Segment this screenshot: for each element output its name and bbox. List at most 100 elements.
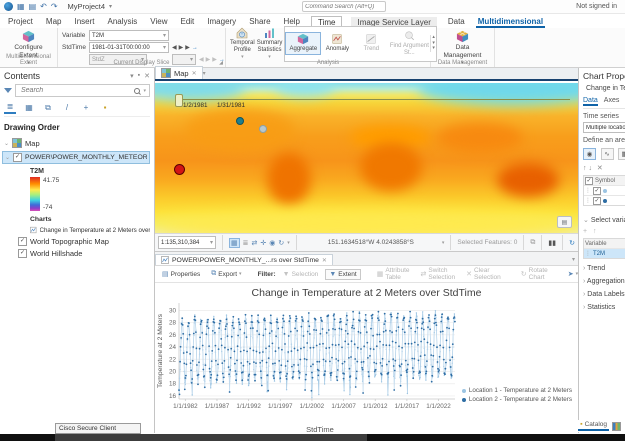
tree-item-map[interactable]: Map: [25, 139, 40, 148]
variable-row-t2m[interactable]: ⋮ T2M: [584, 248, 625, 258]
symbol-header-checkbox[interactable]: ✓: [585, 177, 593, 185]
rotate-icon[interactable]: ↻: [278, 239, 284, 247]
undo-icon[interactable]: ↶: [40, 2, 47, 11]
windows-taskbar-segment[interactable]: [55, 434, 367, 441]
advance-icon[interactable]: →: [192, 45, 198, 51]
scale-combobox[interactable]: 1:135,310,384▾: [158, 236, 216, 249]
chart-filter-selection-button[interactable]: ▼Selection: [279, 269, 323, 280]
select-variables-expand-icon[interactable]: ⌄: [583, 217, 589, 224]
tree-item-topo[interactable]: World Topographic Map: [30, 237, 109, 246]
chart-export-button[interactable]: ⧉Export▾: [207, 268, 245, 280]
catalog-tab[interactable]: ▪ Catalog: [578, 421, 609, 431]
list-by-data-source-icon[interactable]: ▦: [23, 102, 35, 113]
list-by-editing-icon[interactable]: /: [61, 102, 73, 113]
selected-point-marker[interactable]: [174, 164, 185, 175]
save-project-icon[interactable]: ▤: [29, 2, 37, 11]
summary-statistics-button[interactable]: Summary Statistics▾: [257, 27, 283, 60]
location-2-marker[interactable]: [236, 117, 244, 125]
snap-toggle-icon[interactable]: ▦: [229, 238, 240, 248]
layers-status-icon[interactable]: ≣: [243, 239, 249, 247]
symbol-row-1[interactable]: ⋮ ✓: [584, 185, 625, 195]
status-chevron-icon[interactable]: ▾: [287, 240, 290, 246]
aggregation-expand-icon[interactable]: ›: [583, 278, 585, 285]
row-down-icon[interactable]: ↓: [588, 165, 592, 172]
row-up-icon[interactable]: ↑: [583, 165, 587, 172]
tab-edit[interactable]: Edit: [178, 16, 196, 28]
layer-expand-icon[interactable]: ⌄: [5, 154, 10, 161]
project-chevron-icon[interactable]: ▾: [109, 3, 112, 10]
step-first-icon[interactable]: ◀: [172, 44, 177, 51]
anomaly-button[interactable]: Anomaly: [320, 33, 354, 53]
datalabels-expand-icon[interactable]: ›: [583, 291, 585, 298]
tab-analysis[interactable]: Analysis: [105, 16, 139, 28]
list-by-labeling-icon[interactable]: ▪: [99, 102, 111, 113]
contents-collapse-icon[interactable]: ▾: [130, 72, 134, 80]
filter-icon[interactable]: [4, 88, 12, 93]
tab-multidimensional[interactable]: Multidimensional: [476, 16, 545, 28]
command-search-input[interactable]: [302, 1, 386, 12]
map-canvas[interactable]: 1/2/1981 1/31/1981 ▤: [155, 83, 578, 233]
rp-tab-axes[interactable]: Axes: [604, 97, 620, 106]
chart-properties-button[interactable]: ▤Properties: [158, 268, 204, 280]
time-slider-track[interactable]: [177, 99, 570, 100]
map-tabbar-chevron-icon[interactable]: ▾: [203, 70, 206, 77]
move-icon[interactable]: ✛: [260, 239, 266, 247]
row-delete-icon[interactable]: ✕: [597, 165, 603, 172]
chart-switch-selection-button[interactable]: ⇄Switch Selection: [417, 265, 460, 283]
legend-item-location-1[interactable]: Location 1 - Temperature at 2 Meters: [462, 387, 572, 394]
chart-attribute-table-button[interactable]: ▦Attribute Table: [373, 265, 414, 283]
list-by-snapping-icon[interactable]: +: [80, 102, 92, 113]
symbol-row2-checkbox[interactable]: ✓: [593, 197, 601, 205]
tab-data[interactable]: Data: [446, 16, 467, 28]
symbol-row1-checkbox[interactable]: ✓: [593, 187, 601, 195]
stdtime-combobox[interactable]: 1981-01-31T00:00:00▾: [89, 42, 169, 53]
step-last-icon[interactable]: ▶: [185, 44, 190, 51]
time-series-combobox[interactable]: Multiple locations▾: [583, 122, 625, 133]
map-view-tab[interactable]: Map ✕: [155, 66, 203, 79]
chart-properties-dock-icon[interactable]: [612, 422, 621, 431]
list-by-drawing-order-icon[interactable]: ≣: [4, 101, 16, 114]
project-title[interactable]: MyProject4: [68, 2, 106, 11]
section-data-labels[interactable]: Data Labels: [587, 291, 624, 298]
coords-chevron-icon[interactable]: ▾: [442, 240, 445, 246]
legend-item-location-2[interactable]: Location 2 - Temperature at 2 Meters: [462, 396, 572, 403]
symbol-row-2[interactable]: ⋮ ✓: [584, 195, 625, 205]
sign-in-status[interactable]: Not signed in: [576, 3, 617, 10]
section-trend[interactable]: Trend: [587, 265, 605, 272]
symbol-row2-swatch[interactable]: [603, 199, 607, 203]
play-icon[interactable]: ▶: [179, 44, 184, 51]
variable-combobox[interactable]: T2M▾: [89, 30, 169, 41]
chart-tabbar-chevron-icon[interactable]: ▾: [572, 256, 575, 263]
chart-clear-selection-button[interactable]: ✕Clear Selection: [462, 265, 505, 283]
add-variable-icon[interactable]: +: [583, 228, 587, 235]
contents-pin-icon[interactable]: ▪: [138, 72, 140, 80]
bars-icon[interactable]: ▮▮: [548, 239, 556, 247]
section-aggregation[interactable]: Aggregation: [587, 278, 625, 285]
topo-checkbox[interactable]: ✓: [18, 237, 27, 246]
map-tab-close-icon[interactable]: ✕: [192, 70, 197, 77]
aoi-line-button[interactable]: ∿: [601, 148, 614, 160]
coordinates-readout[interactable]: 151.1634518°W 4.0243858°S: [303, 239, 439, 246]
chart-filter-extent-button[interactable]: ▼Extent: [325, 269, 360, 280]
trend-button[interactable]: Trend: [354, 33, 388, 53]
redo-icon[interactable]: ↷: [51, 2, 58, 11]
refresh-icon[interactable]: ↻: [569, 239, 575, 247]
layer-checkbox[interactable]: ✓: [13, 153, 22, 162]
pages-icon[interactable]: ⧉: [530, 239, 535, 247]
sound-icon[interactable]: ◉: [269, 239, 275, 247]
aoi-point-button[interactable]: ◉: [583, 148, 596, 160]
location-1-marker[interactable]: [259, 125, 267, 133]
map-expand-icon[interactable]: ⌄: [4, 140, 9, 147]
tree-item-layer[interactable]: ⌄ ✓ POWER\POWER_MONTHLY_METEOROLOGY_LST: [2, 151, 150, 164]
variable-up-icon[interactable]: ↑: [593, 228, 597, 235]
aggregate-button[interactable]: Aggregate: [286, 33, 320, 53]
aoi-polygon-button[interactable]: ▦: [618, 148, 625, 160]
list-by-selection-icon[interactable]: ⧉: [42, 102, 54, 113]
dialog-launcher-icon[interactable]: ◢: [219, 60, 223, 66]
swap-icon[interactable]: ⇄: [252, 239, 258, 247]
temporal-profile-button[interactable]: Temporal Profile▾: [230, 27, 255, 60]
time-slider-handle[interactable]: [175, 94, 183, 107]
selected-features-count[interactable]: Selected Features: 0: [457, 239, 517, 246]
section-statistics[interactable]: Statistics: [587, 304, 615, 311]
tree-item-chart[interactable]: Change in Temperature at 2 Meters over S…: [40, 227, 150, 234]
